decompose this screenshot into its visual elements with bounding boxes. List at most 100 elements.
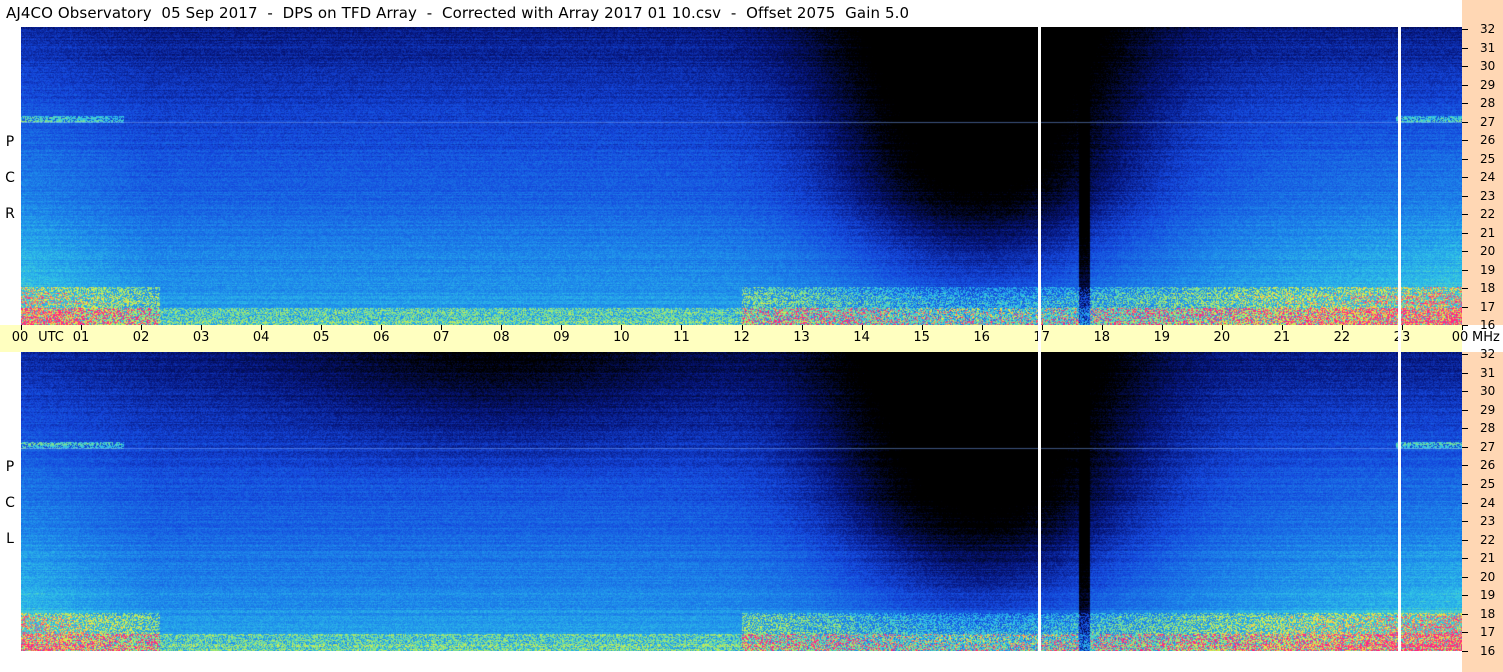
mhz-tick-label: 28 [1480,421,1496,436]
utc-tick [741,325,743,330]
utc-tick-label: 04 [252,330,270,345]
mhz-tick-label: 22 [1480,532,1496,547]
utc-tick [81,325,83,330]
utc-tick-label: 10 [613,330,630,345]
rcp-letter: C [5,170,15,186]
utc-tick [921,325,923,330]
mhz-tick [1462,521,1468,523]
mhz-tick-label: 16 [1480,318,1496,332]
mhz-tick [1462,651,1468,652]
utc-unit-label: UTC [38,330,64,345]
page-title: AJ4CO Observatory 05 Sep 2017 - DPS on T… [6,4,910,22]
mhz-tick-label: 18 [1480,281,1496,295]
utc-tick-label: 00 [1451,330,1469,345]
utc-tick [21,325,22,330]
utc-tick-label: 06 [372,330,390,345]
mhz-tick-label: 20 [1480,569,1496,584]
mhz-tick [1462,354,1468,355]
mhz-tick [1462,288,1468,289]
mhz-tick-label: 32 [1480,22,1496,36]
utc-tick [1101,325,1103,330]
mhz-tick [1462,84,1468,86]
mhz-tick-label: 24 [1480,170,1496,184]
utc-tick-label: 11 [673,330,690,345]
gap-line [1398,27,1401,651]
utc-tick-label: 07 [433,330,450,345]
utc-tick-label: 14 [853,330,870,345]
utc-tick [1221,325,1223,330]
mhz-tick-label: 26 [1480,133,1496,147]
mhz-tick-label: 19 [1480,262,1496,277]
utc-axis-bar [0,325,1462,352]
utc-tick [1281,325,1283,330]
lcp-letter: L [6,531,14,547]
utc-tick-label: 22 [1333,330,1351,345]
utc-tick-label: 19 [1153,330,1171,345]
utc-tick [141,325,143,330]
lcp-spectrogram [21,352,1462,651]
utc-tick-label: 03 [192,330,210,345]
utc-tick-label: 02 [132,330,150,345]
utc-tick [681,325,683,330]
utc-tick-label: 15 [913,330,930,345]
mhz-tick [1462,428,1468,430]
rcp-letter: P [5,134,15,150]
utc-tick [261,325,263,330]
mhz-tick [1462,595,1468,597]
utc-tick [621,325,623,330]
utc-tick-label: 20 [1213,330,1231,345]
utc-tick [1041,325,1043,330]
mhz-tick [1462,103,1468,104]
mhz-tick [1462,47,1468,49]
utc-tick [1401,325,1403,330]
mhz-tick [1462,483,1468,485]
utc-tick-label: 21 [1273,330,1291,345]
utc-tick [441,325,443,330]
utc-tick-label: 01 [72,330,90,345]
mhz-tick-label: 17 [1480,299,1496,314]
mhz-tick-label: 29 [1480,402,1496,417]
lcp-letter: P [5,459,15,475]
mhz-tick-label: 27 [1480,114,1496,129]
mhz-tick [1462,269,1468,271]
mhz-tick-label: 25 [1480,151,1496,166]
mhz-tick-label: 29 [1480,77,1496,92]
mhz-tick-label: 21 [1480,225,1496,240]
mhz-tick-label: 21 [1480,551,1496,566]
mhz-tick-label: 27 [1480,439,1496,454]
mhz-tick-label: 31 [1480,40,1496,55]
rcp-label: P C R [3,135,17,221]
utc-tick [501,325,503,330]
mhz-tick [1462,177,1468,178]
utc-tick [321,325,323,330]
mhz-tick [1462,409,1468,411]
mhz-tick-label: 30 [1480,384,1496,399]
utc-tick-label: 13 [793,330,810,345]
utc-tick-label: 18 [1093,330,1111,345]
mhz-tick-label: 24 [1480,495,1496,510]
mhz-tick [1462,502,1468,504]
utc-tick-label: 00 [11,330,29,345]
gap-line [1038,27,1041,651]
mhz-tick-label: 25 [1480,476,1496,491]
mhz-tick [1462,158,1468,160]
mhz-tick [1462,613,1468,615]
lcp-label: P C L [3,460,17,546]
mhz-tick-label: 17 [1480,625,1496,640]
utc-tick [381,325,383,330]
mhz-tick-label: 26 [1480,458,1496,473]
mhz-tick-label: 32 [1480,347,1496,361]
mhz-tick [1462,576,1468,578]
utc-tick-label: 17 [1033,330,1050,345]
mhz-tick [1462,632,1468,634]
utc-tick-label: 05 [312,330,330,345]
mhz-tick [1462,325,1468,326]
utc-tick-label: 12 [733,330,750,345]
utc-tick [981,325,983,330]
mhz-tick-label: 19 [1480,588,1496,603]
lcp-letter: C [5,495,15,511]
rcp-spectrogram [21,27,1462,325]
utc-tick [801,325,803,330]
mhz-tick-label: 28 [1480,96,1496,110]
utc-tick-label: 23 [1393,330,1411,345]
